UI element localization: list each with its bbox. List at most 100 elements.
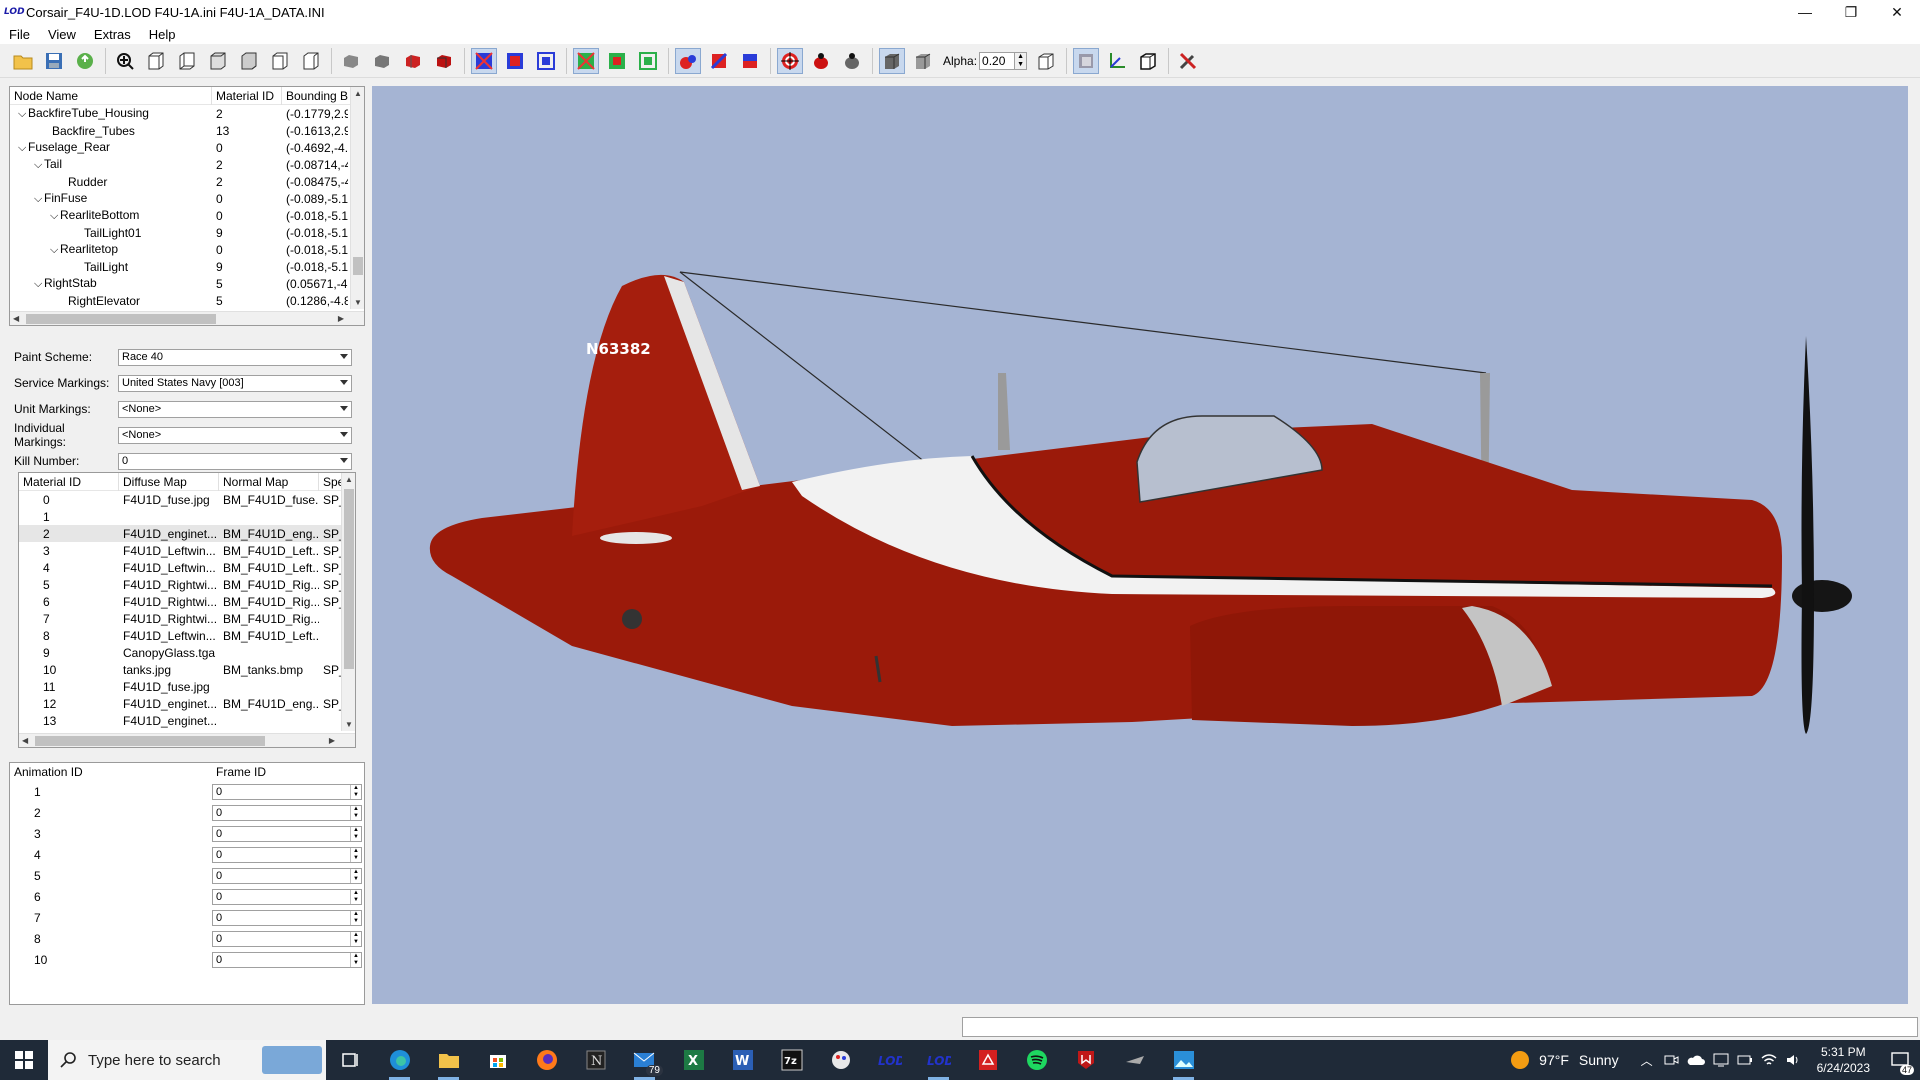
chevron-down-icon[interactable]: ⌵ (18, 108, 32, 121)
lod-editor-icon[interactable]: LOD (914, 1040, 963, 1080)
acrobat-icon[interactable] (963, 1040, 1012, 1080)
target-icon[interactable] (777, 47, 803, 74)
tree-row[interactable]: ⌵RightStab 5 (0.05671,-4.8 (10, 275, 364, 292)
restore-button[interactable]: ❐ (1828, 0, 1874, 24)
lighting-icon[interactable] (675, 47, 701, 74)
open-folder-icon[interactable] (10, 48, 36, 74)
material-row[interactable]: 7 F4U1D_Rightwi... BM_F4U1D_Rig... (19, 610, 355, 627)
spin-arrows-icon[interactable]: ▲ ▼ (350, 889, 361, 904)
flat-shade-icon[interactable] (369, 48, 395, 74)
tree-row[interactable]: Backfire_Tubes 13 (-0.1613,2.98 (10, 122, 364, 139)
alpha-input[interactable]: 0.20 (979, 51, 1016, 70)
material-row[interactable]: 3 F4U1D_Leftwin... BM_F4U1D_Left... SP_ (19, 542, 355, 559)
column-frame-id[interactable]: Frame ID (212, 763, 352, 781)
onedrive-icon[interactable] (1687, 1053, 1705, 1067)
frame-id-spinbox[interactable]: 0 ▲ ▼ (212, 888, 362, 905)
frame-id-spinbox[interactable]: 0 ▲ ▼ (212, 930, 362, 947)
display-icon[interactable] (1713, 1052, 1729, 1068)
tree-row[interactable]: ⌵ Fuselage_Rear 0 (-0.4692,-4.9 (10, 139, 364, 156)
zoom-icon[interactable] (112, 48, 138, 74)
marking-dropdown[interactable]: <None> (118, 400, 352, 418)
normals-icon[interactable] (573, 47, 599, 74)
materials-hscroll[interactable]: ◀ ▶ (19, 733, 355, 747)
menu-view[interactable]: View (39, 27, 85, 42)
solid-shade-icon[interactable] (338, 48, 364, 74)
wifi-icon[interactable] (1761, 1052, 1777, 1068)
column-node-name[interactable]: Node Name (10, 86, 212, 105)
column-bounding-box[interactable]: Bounding B (282, 86, 352, 105)
store-icon[interactable] (473, 1040, 522, 1080)
edge-browser-icon[interactable] (375, 1040, 424, 1080)
material-row[interactable]: 0 F4U1D_fuse.jpg BM_F4U1D_fuse... SP_ (19, 491, 355, 508)
weather-temp[interactable]: 97°F (1539, 1052, 1569, 1068)
chevron-down-icon[interactable]: ⌵ (34, 159, 48, 172)
notification-center[interactable]: 47 (1880, 1040, 1920, 1080)
tangents-icon[interactable] (604, 48, 630, 74)
task-view-icon[interactable] (326, 1040, 375, 1080)
tree-row[interactable]: ⌵BackfireTube_Housing 2 (-0.1779,2.97 (10, 105, 364, 122)
taskbar-search[interactable]: Type here to search (48, 1040, 326, 1080)
texture-shade-icon[interactable] (400, 48, 426, 74)
marking-dropdown[interactable]: United States Navy [003] (118, 374, 352, 392)
menu-file[interactable]: File (0, 27, 39, 42)
frame-id-spinbox[interactable]: 0 ▲ ▼ (212, 951, 362, 968)
excel-icon[interactable]: X (669, 1040, 718, 1080)
minimize-button[interactable]: — (1782, 0, 1828, 24)
column-specular-map[interactable]: Spe (319, 472, 343, 491)
marking-dropdown[interactable]: 0 (118, 452, 352, 470)
material-icon[interactable] (706, 48, 732, 74)
spin-arrows-icon[interactable]: ▲ ▼ (350, 847, 361, 862)
clock[interactable]: 5:31 PM 6/24/2023 (1817, 1044, 1870, 1076)
tree-row[interactable]: RightElevator 5 (0.1286,-4.80 (10, 292, 364, 309)
photos-icon[interactable] (1159, 1040, 1208, 1080)
dropdown-arrow-icon[interactable] (340, 353, 348, 359)
meet-now-icon[interactable] (1663, 1052, 1679, 1068)
material-row[interactable]: 11 F4U1D_fuse.jpg (19, 678, 355, 695)
spin-arrows-icon[interactable]: ▲ ▼ (350, 952, 361, 967)
tree-row[interactable]: ⌵ FinFuse 0 (-0.089,-5.12 (10, 190, 364, 207)
tools-icon[interactable] (1175, 48, 1201, 74)
bug-grey-icon[interactable] (839, 48, 865, 74)
save-icon[interactable] (41, 48, 67, 74)
lit-shade-icon[interactable] (431, 48, 457, 74)
axes-icon[interactable] (1104, 48, 1130, 74)
firefox-icon[interactable] (522, 1040, 571, 1080)
wireframe-blue-icon[interactable] (502, 48, 528, 74)
notion-icon[interactable]: N (571, 1040, 620, 1080)
material-row[interactable]: 8 F4U1D_Leftwin... BM_F4U1D_Left... (19, 627, 355, 644)
spin-arrows-icon[interactable]: ▲ ▼ (350, 826, 361, 841)
lod-viewer-icon[interactable]: LOD (865, 1040, 914, 1080)
column-material-id[interactable]: Material ID (19, 472, 119, 491)
material-row[interactable]: 13 F4U1D_enginet... (19, 712, 355, 729)
material-row[interactable]: 9 CanopyGlass.tga (19, 644, 355, 661)
menu-help[interactable]: Help (140, 27, 185, 42)
material-row[interactable]: 6 F4U1D_Rightwi... BM_F4U1D_Rig... SP_ (19, 593, 355, 610)
view-top-icon[interactable] (205, 48, 231, 74)
close-button[interactable]: ✕ (1874, 0, 1920, 24)
bounding-box-icon[interactable] (533, 48, 559, 74)
dropdown-arrow-icon[interactable] (340, 457, 348, 463)
box-open-icon[interactable] (1135, 48, 1161, 74)
weather-text[interactable]: Sunny (1579, 1052, 1619, 1068)
node-tree-vscroll[interactable]: ▲ ▼ (350, 87, 364, 309)
dropdown-arrow-icon[interactable] (340, 431, 348, 437)
marking-dropdown[interactable]: <None> (118, 426, 352, 444)
tree-row[interactable]: TailLight01 9 (-0.018,-5.13 (10, 224, 364, 241)
bug-red-icon[interactable] (808, 48, 834, 74)
tree-row[interactable]: ⌵ RearliteBottom 0 (-0.018,-5.12 (10, 207, 364, 224)
marking-dropdown[interactable]: Race 40 (118, 348, 352, 366)
dropdown-arrow-icon[interactable] (340, 405, 348, 411)
column-normal-map[interactable]: Normal Map (219, 472, 319, 491)
menu-extras[interactable]: Extras (85, 27, 140, 42)
cube-solid-icon[interactable] (879, 47, 905, 74)
mail-icon[interactable]: 79 (620, 1040, 669, 1080)
cube-grey-icon[interactable] (910, 48, 936, 74)
7zip-icon[interactable]: 7z (767, 1040, 816, 1080)
frame-id-spinbox[interactable]: 0 ▲ ▼ (212, 867, 362, 884)
flight-sim-icon[interactable] (1110, 1040, 1159, 1080)
tree-row[interactable]: ⌵ Tail 2 (-0.08714,-4. (10, 156, 364, 173)
chevron-down-icon[interactable]: ⌵ (50, 244, 64, 257)
battery-icon[interactable] (1737, 1053, 1753, 1067)
spin-arrows-icon[interactable]: ▲ ▼ (350, 931, 361, 946)
frame-id-spinbox[interactable]: 0 ▲ ▼ (212, 804, 362, 821)
